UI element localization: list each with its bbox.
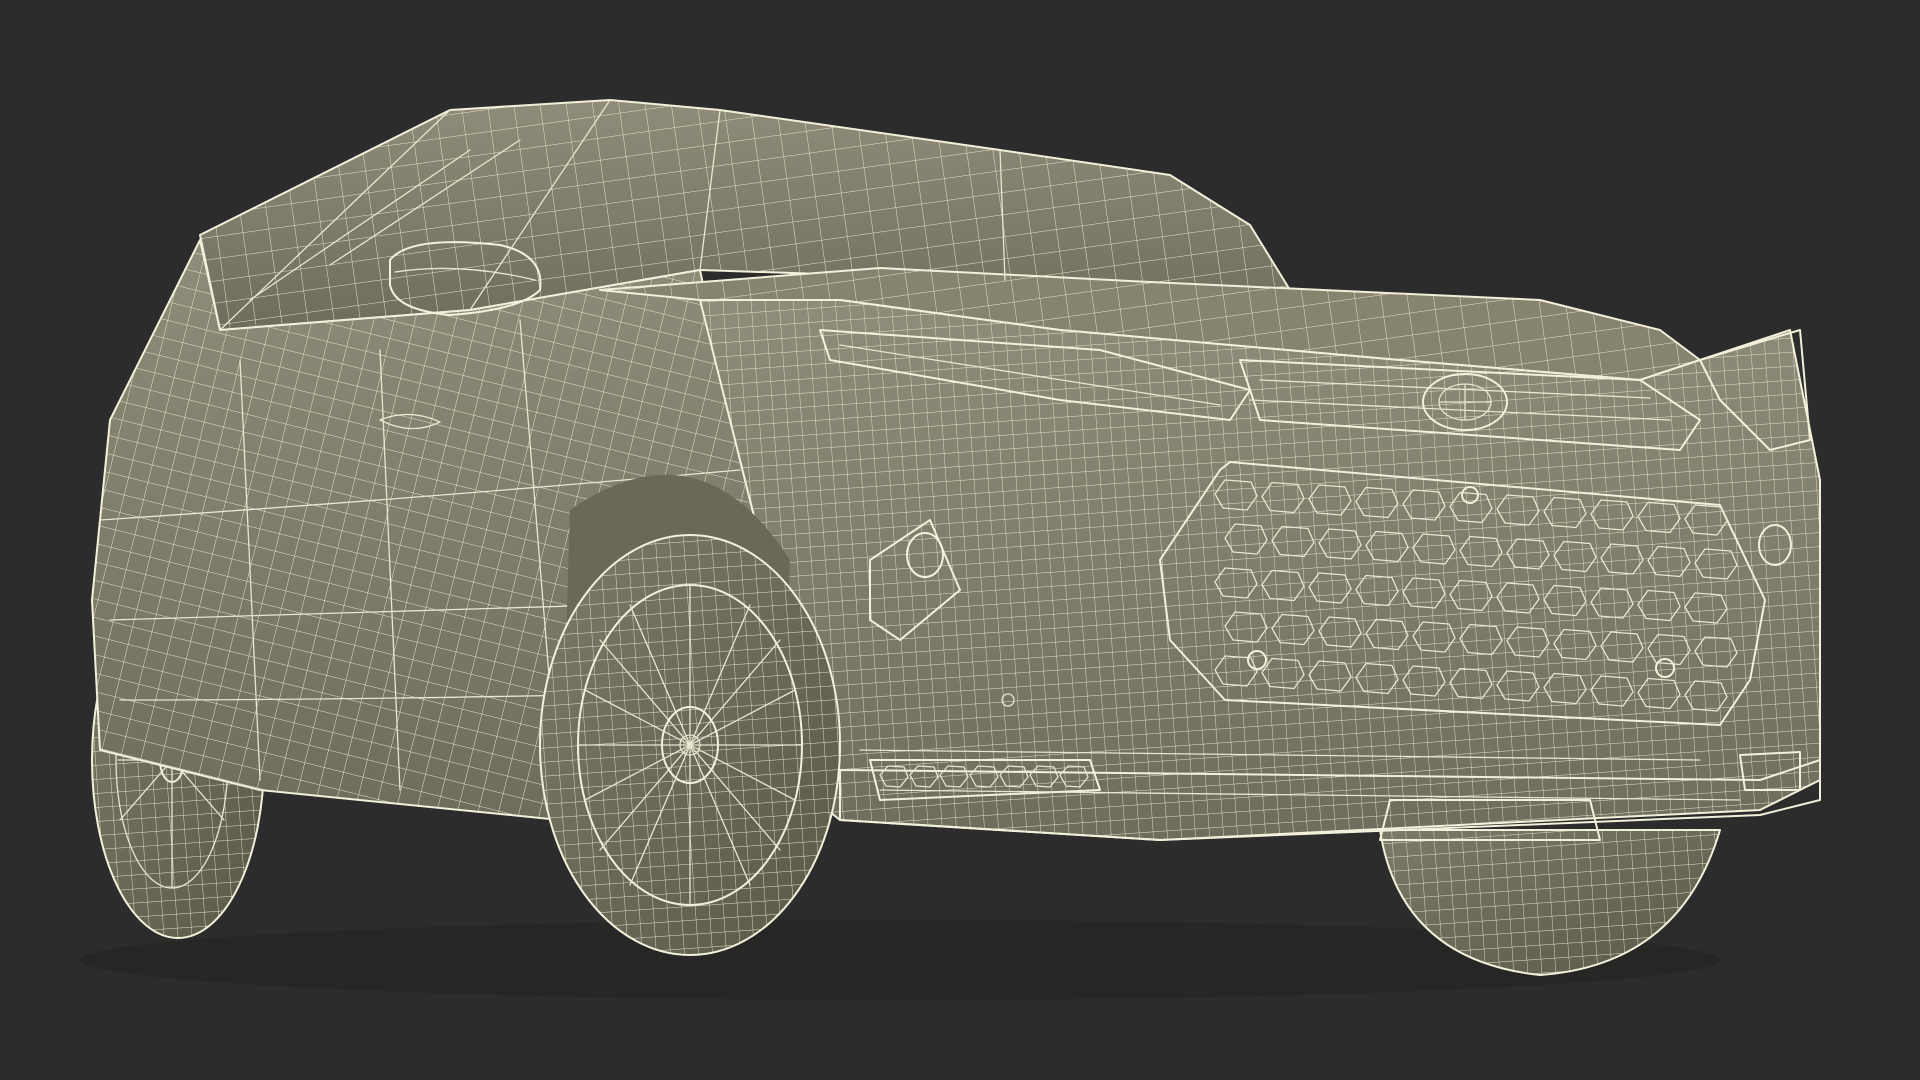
render-viewport <box>0 0 1920 1080</box>
wireframe-render <box>80 99 1821 1000</box>
car-body <box>91 99 1821 841</box>
